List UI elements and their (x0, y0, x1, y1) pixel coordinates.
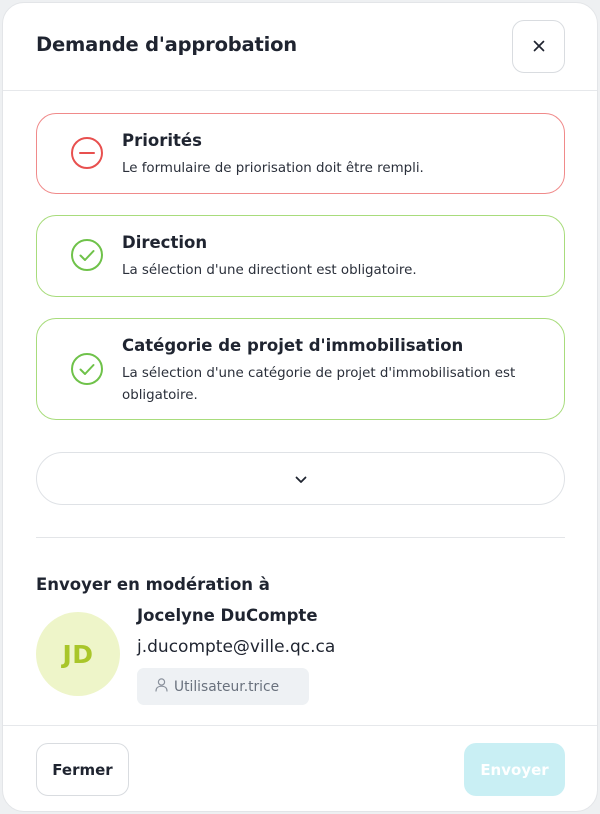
role-badge: Utilisateur.trice (137, 668, 309, 705)
check-description: Le formulaire de priorisation doit être … (122, 161, 424, 176)
check-description: La sélection d'une directiont est obliga… (122, 263, 417, 278)
role-label: Utilisateur.trice (174, 678, 280, 695)
dialog-title: Demande d'approbation (36, 33, 297, 56)
check-title: Priorités (122, 131, 202, 150)
close-button[interactable] (512, 20, 565, 73)
check-card-priorites: Priorités Le formulaire de priorisation … (36, 113, 565, 194)
approval-dialog: Demande d'approbation Priorités Le formu… (2, 2, 598, 812)
moderation-title: Envoyer en modération à (36, 575, 270, 594)
check-circle-icon (70, 352, 104, 386)
minus-circle-icon (70, 136, 104, 170)
check-circle-icon (70, 238, 104, 272)
send-button[interactable]: Envoyer (464, 743, 565, 796)
check-card-categorie: Catégorie de projet d'immobilisation La … (36, 318, 565, 420)
close-icon (533, 37, 545, 56)
check-card-direction: Direction La sélection d'une directiont … (36, 215, 565, 297)
expand-checks-button[interactable] (36, 452, 565, 505)
check-description: La sélection d'une catégorie de projet d… (122, 366, 516, 403)
moderator-name: Jocelyne DuCompte (137, 606, 318, 625)
check-title: Catégorie de projet d'immobilisation (122, 336, 464, 355)
dialog-header: Demande d'approbation (3, 3, 597, 91)
chevron-down-icon (295, 469, 307, 488)
moderator-email: j.ducompte@ville.qc.ca (137, 637, 336, 657)
avatar: JD (36, 612, 120, 696)
check-title: Direction (122, 233, 208, 252)
close-dialog-button[interactable]: Fermer (36, 743, 129, 796)
user-icon (155, 677, 168, 696)
dialog-footer: Fermer Envoyer (3, 725, 597, 811)
section-divider (36, 537, 565, 538)
